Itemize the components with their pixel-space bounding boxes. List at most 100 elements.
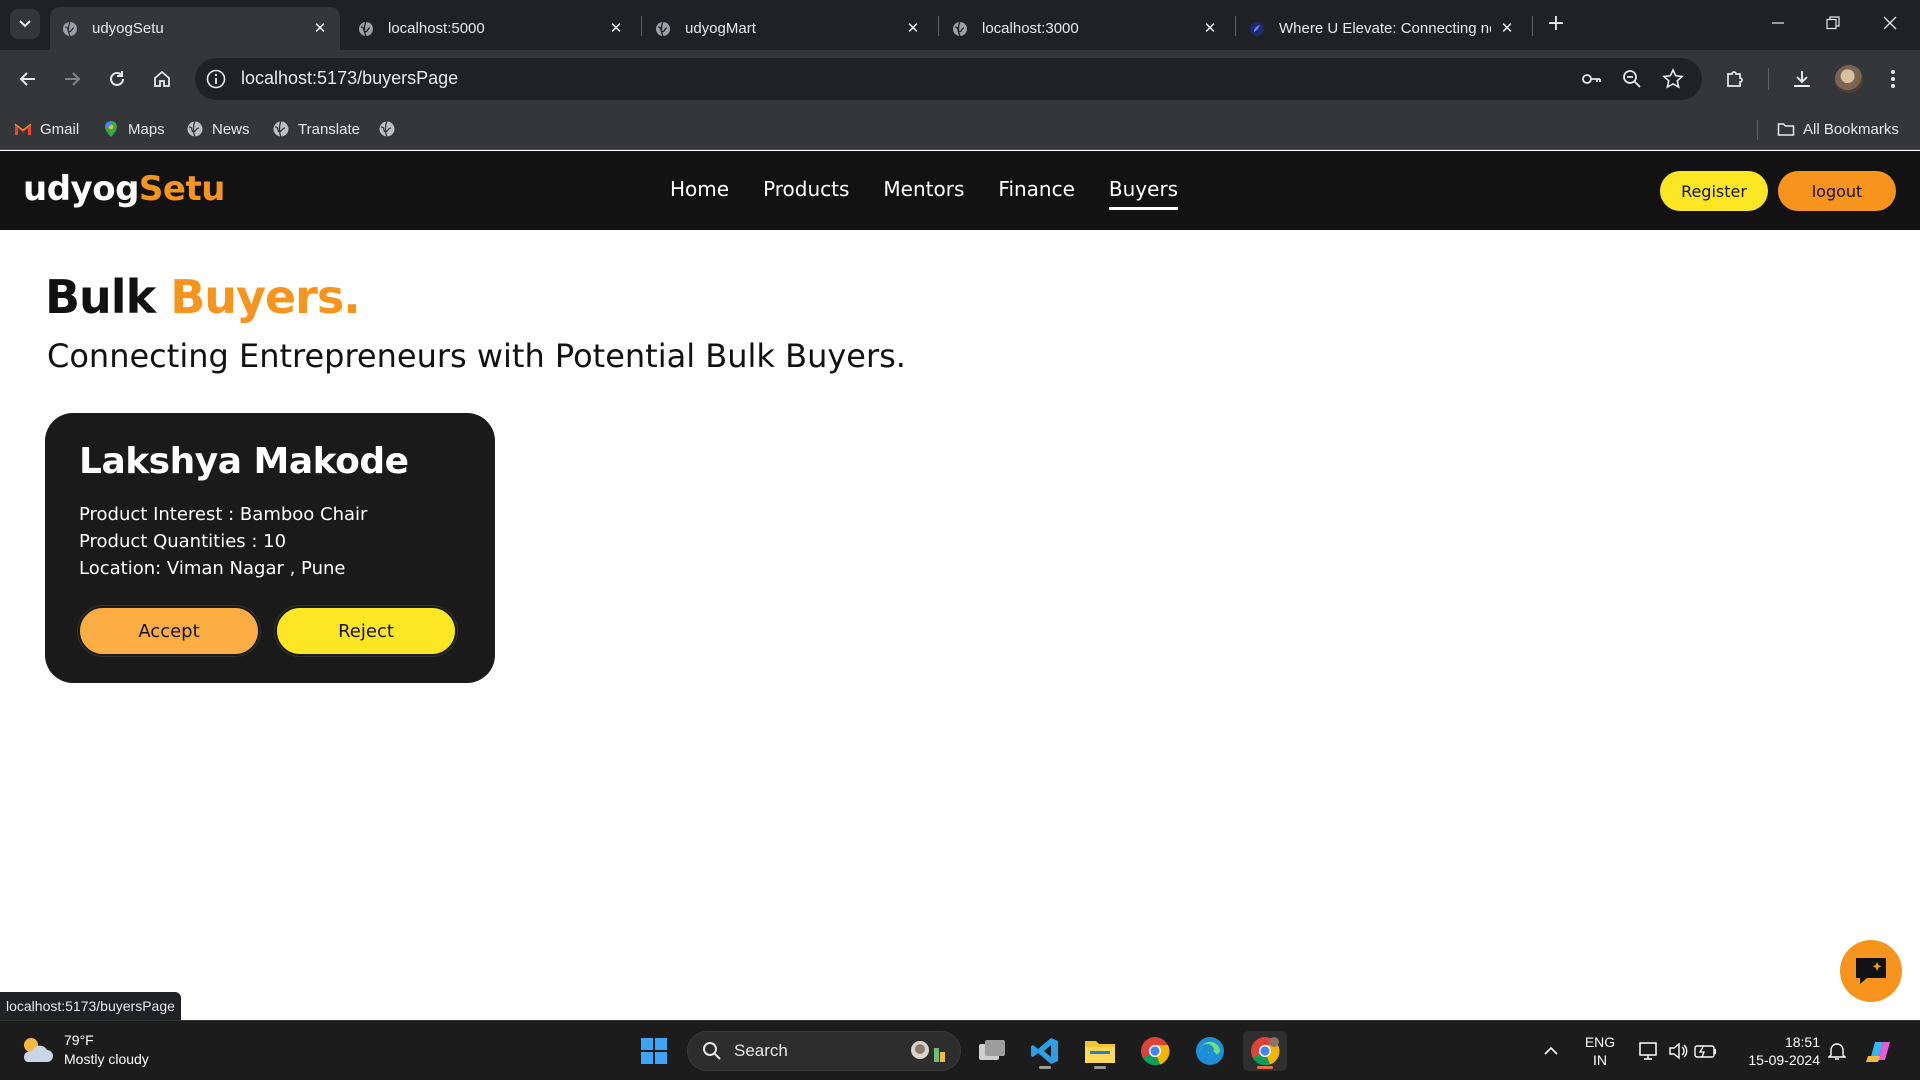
minimize-button[interactable] [1758, 12, 1798, 38]
chevron-down-icon [19, 20, 31, 28]
close-tab-icon[interactable]: ✕ [608, 20, 624, 37]
nav-buyers[interactable]: Buyers [1108, 177, 1179, 210]
more-vertical-icon [1891, 70, 1895, 88]
bell-icon [1828, 1043, 1846, 1060]
tab-title: udyogMart [685, 20, 756, 37]
running-indicator [1039, 1066, 1051, 1069]
clock-time: 18:51 [1784, 1034, 1820, 1050]
system-tray-status[interactable] [1630, 1031, 1726, 1071]
close-window-button[interactable] [1870, 12, 1910, 38]
active-indicator [1257, 1066, 1273, 1069]
logo-part-orange: Setu [138, 169, 226, 209]
address-bar[interactable]: localhost:5173/buyersPage [195, 58, 1702, 100]
buyer-product-quantities: Product Quantities : 10 [79, 531, 287, 552]
profile-avatar[interactable] [1835, 65, 1863, 93]
close-tab-icon[interactable]: ✕ [1202, 20, 1218, 37]
tab-divider [938, 16, 939, 36]
home-button[interactable] [147, 64, 177, 94]
logout-button[interactable]: logout [1778, 171, 1896, 211]
language-bottom: IN [1593, 1052, 1607, 1068]
back-button[interactable] [13, 64, 43, 94]
nav-products[interactable]: Products [763, 177, 849, 210]
show-hidden-icons-button[interactable] [1531, 1031, 1571, 1071]
tab-title: udyogSetu [92, 20, 164, 37]
site-navbar: udyogSetu Home Products Mentors Finance … [0, 151, 1920, 230]
search-highlight-icon [911, 1041, 945, 1062]
globe-icon [953, 21, 967, 36]
start-button[interactable] [632, 1031, 676, 1071]
tab-udyogsetu[interactable]: udyogSetu ✕ [50, 7, 340, 50]
site-info-icon[interactable] [205, 68, 227, 90]
chevron-up-icon [1544, 1046, 1558, 1055]
close-tab-icon[interactable]: ✕ [312, 20, 328, 37]
zoom-icon[interactable] [1621, 68, 1643, 90]
copilot-icon [1866, 1042, 1890, 1062]
taskbar-search-label: Search [734, 1041, 788, 1060]
restore-icon [1826, 16, 1840, 30]
page-title-black: Bulk [45, 270, 156, 324]
maps-pin-icon [105, 121, 117, 137]
bookmark-news[interactable]: News [186, 116, 250, 142]
reload-button[interactable] [102, 64, 132, 94]
logo-part-white: udyog [23, 169, 139, 209]
tab-where-u-elevate[interactable]: Where U Elevate: Connecting ne ✕ [1237, 7, 1527, 50]
nav-home[interactable]: Home [670, 177, 729, 210]
browser-toolbar: localhost:5173/buyersPage [0, 50, 1920, 108]
page-title-orange: Buyers. [170, 270, 361, 324]
edge-icon [1196, 1037, 1224, 1065]
bookmark-gmail[interactable]: Gmail [14, 116, 79, 142]
nav-mentors[interactable]: Mentors [883, 177, 964, 210]
clock[interactable]: 18:51 15-09-2024 [1730, 1033, 1820, 1069]
home-icon [154, 70, 170, 87]
weather-widget[interactable]: 79°F Mostly cloudy [18, 1031, 149, 1069]
new-tab-button[interactable]: + [1543, 12, 1569, 38]
taskbar-vscode[interactable] [1023, 1031, 1067, 1071]
toolbar-divider [1768, 68, 1769, 90]
link-status-bar: localhost:5173/buyersPage [0, 992, 181, 1020]
close-tab-icon[interactable]: ✕ [905, 20, 921, 37]
bookmark-star-icon[interactable] [1662, 68, 1684, 90]
folder-icon [1777, 123, 1795, 136]
close-tab-icon[interactable]: ✕ [1499, 20, 1515, 37]
weather-temp: 79°F [64, 1032, 94, 1048]
windows-logo-icon [641, 1038, 667, 1064]
language-indicator[interactable]: ENG IN [1578, 1033, 1622, 1069]
extensions-button[interactable] [1720, 64, 1750, 94]
page-subtitle: Connecting Entrepreneurs with Potential … [47, 337, 906, 375]
copilot-button[interactable] [1858, 1031, 1902, 1071]
menu-button[interactable] [1878, 64, 1908, 94]
chrome-icon [1251, 1037, 1280, 1066]
running-indicator [1094, 1066, 1106, 1069]
tab-localhost-3000[interactable]: localhost:3000 ✕ [940, 7, 1230, 50]
bookmark-translate[interactable]: Translate [272, 116, 360, 142]
tab-localhost-5000[interactable]: localhost:5000 ✕ [346, 7, 636, 50]
taskbar-chrome[interactable] [1133, 1031, 1177, 1071]
downloads-button[interactable] [1787, 64, 1817, 94]
site-logo[interactable]: udyogSetu [23, 169, 225, 209]
tab-udyogmart[interactable]: udyogMart ✕ [643, 7, 933, 50]
nav-finance[interactable]: Finance [998, 177, 1075, 210]
bookmark-unnamed[interactable] [378, 116, 404, 142]
password-key-icon[interactable] [1580, 68, 1602, 90]
tab-search-button[interactable] [10, 9, 40, 39]
main-menu: Home Products Mentors Finance Buyers [670, 177, 1212, 210]
tab-divider [1532, 16, 1533, 36]
taskbar-search[interactable]: Search [687, 1031, 961, 1071]
puzzle-icon [1727, 71, 1743, 87]
accept-button[interactable]: Accept [78, 606, 260, 656]
taskbar-edge[interactable] [1188, 1031, 1232, 1071]
restore-button[interactable] [1813, 12, 1853, 38]
taskbar-chrome-profile[interactable] [1243, 1031, 1287, 1071]
chat-button[interactable] [1840, 940, 1902, 1002]
bookmark-maps[interactable]: Maps [102, 116, 165, 142]
taskbar-file-explorer[interactable] [1078, 1031, 1122, 1071]
folder-icon [1085, 1041, 1115, 1063]
task-view-button[interactable] [970, 1031, 1014, 1071]
reload-icon [110, 71, 124, 86]
notifications-button[interactable] [1822, 1031, 1852, 1071]
reject-button[interactable]: Reject [275, 606, 457, 656]
forward-button[interactable] [57, 64, 87, 94]
all-bookmarks-button[interactable]: All Bookmarks [1777, 116, 1899, 142]
task-view-icon [979, 1040, 1005, 1060]
register-button[interactable]: Register [1660, 171, 1768, 211]
